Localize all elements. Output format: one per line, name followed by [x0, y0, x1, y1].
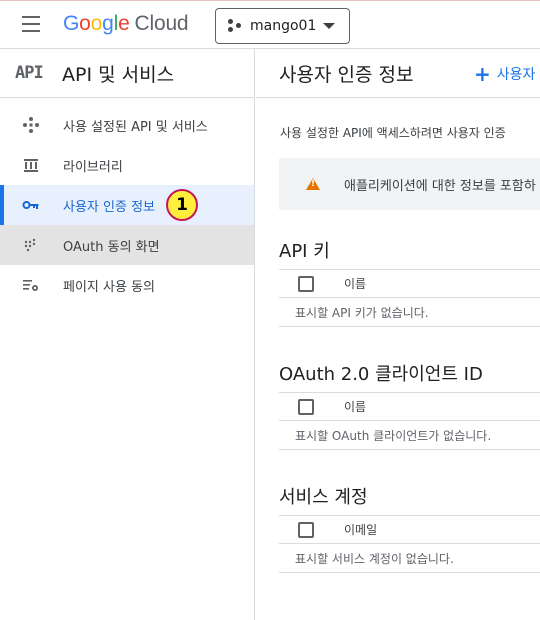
api-logo-icon: API — [15, 63, 44, 83]
settings-list-icon — [22, 276, 40, 294]
empty-message: 표시할 API 키가 없습니다. — [279, 298, 540, 327]
oauth-clients-section: OAuth 2.0 클라이언트 ID 이름 표시할 OAuth 클라이언트가 없… — [279, 360, 540, 450]
sidebar-item-label: 페이지 사용 동의 — [63, 279, 155, 295]
plus-icon: + — [474, 62, 491, 86]
google-cloud-logo[interactable]: Google Cloud — [63, 12, 189, 36]
sidebar-item-library[interactable]: 라이브러리 — [0, 145, 254, 185]
create-credentials-button[interactable]: + 사용자 ' — [474, 62, 540, 86]
key-icon — [22, 196, 40, 214]
project-icon — [228, 19, 242, 33]
select-all-checkbox[interactable] — [298, 521, 314, 538]
notice-text: 애플리케이션에 대한 정보를 포함하 — [344, 178, 536, 194]
library-icon — [22, 156, 40, 174]
sidebar-item-label: 사용자 인증 정보 — [63, 199, 155, 215]
sidebar-item-label: 라이브러리 — [63, 159, 123, 175]
project-selector[interactable]: mango01 — [215, 8, 350, 44]
column-header-name[interactable]: 이름 — [344, 398, 366, 415]
consent-dots-icon — [22, 236, 40, 254]
sidebar-item-label: 사용 설정된 API 및 서비스 — [63, 119, 208, 135]
create-credentials-label: 사용자 ' — [496, 67, 540, 83]
page-description: 사용 설정한 API에 액세스하려면 사용자 인증 — [280, 126, 506, 140]
section-title: OAuth 2.0 클라이언트 ID — [279, 364, 483, 385]
page-title: 사용자 인증 정보 — [279, 63, 414, 86]
api-keys-section: API 키 이름 표시할 API 키가 없습니다. — [279, 237, 540, 327]
sidebar-title: API 및 서비스 — [62, 63, 175, 86]
column-header-name[interactable]: 이름 — [344, 275, 366, 292]
column-header-email[interactable]: 이메일 — [344, 521, 377, 538]
project-name: mango01 — [250, 18, 317, 34]
service-accounts-section: 서비스 계정 이메일 표시할 서비스 계정이 없습니다. — [279, 483, 540, 573]
sidebar-item-oauth-consent[interactable]: OAuth 동의 화면 — [0, 225, 254, 265]
empty-message: 표시할 서비스 계정이 없습니다. — [279, 544, 540, 573]
step-badge: 1 — [166, 189, 198, 221]
section-title: API 키 — [279, 241, 330, 262]
top-bar: Google Cloud mango01 — [0, 0, 540, 49]
sidebar-header: API API 및 서비스 — [0, 49, 254, 98]
warning-icon — [306, 178, 320, 190]
sidebar-item-enabled-apis[interactable]: 사용 설정된 API 및 서비스 — [0, 105, 254, 145]
chevron-down-icon — [323, 23, 335, 29]
sidebar-nav: 사용 설정된 API 및 서비스 라이브러리 사용자 인증 정보 1 OAuth… — [0, 105, 254, 305]
table-header: 이름 — [279, 269, 540, 298]
sidebar: API API 및 서비스 사용 설정된 API 및 서비스 라이브러리 사용자… — [0, 49, 255, 620]
table-header: 이메일 — [279, 515, 540, 544]
empty-message: 표시할 OAuth 클라이언트가 없습니다. — [279, 421, 540, 450]
sidebar-item-label: OAuth 동의 화면 — [63, 239, 160, 255]
sidebar-item-page-usage[interactable]: 페이지 사용 동의 — [0, 265, 254, 305]
select-all-checkbox[interactable] — [298, 398, 314, 415]
api-diamond-icon — [22, 116, 40, 134]
sidebar-item-credentials[interactable]: 사용자 인증 정보 1 — [0, 185, 254, 225]
notice-banner: 애플리케이션에 대한 정보를 포함하 — [279, 158, 540, 210]
main-content: 사용자 인증 정보 + 사용자 ' 사용 설정한 API에 액세스하려면 사용자… — [256, 49, 540, 620]
table-header: 이름 — [279, 392, 540, 421]
main-header: 사용자 인증 정보 + 사용자 ' — [256, 49, 540, 98]
select-all-checkbox[interactable] — [298, 275, 314, 292]
section-title: 서비스 계정 — [279, 487, 368, 508]
menu-icon[interactable] — [22, 16, 44, 34]
